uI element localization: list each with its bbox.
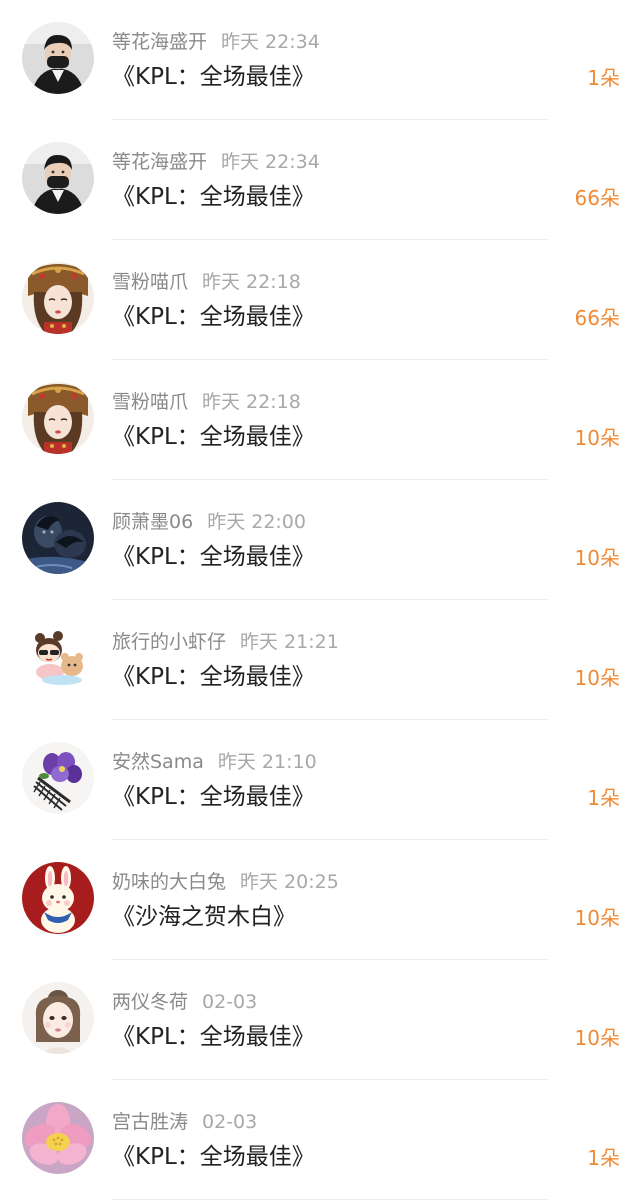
user-name[interactable]: 旅行的小虾仔 [112,631,226,653]
record-meta: 奶味的大白兔 昨天 20:25 [112,869,339,895]
gift-title: 《KPL：全场最佳》 [112,304,315,330]
record-meta: 雪粉喵爪 昨天 22:18 [112,389,301,415]
gift-count: 10朵 [574,426,620,450]
timestamp: 昨天 21:21 [240,631,339,653]
gift-count: 1朵 [587,1146,620,1170]
record-meta: 顾萧墨06 昨天 22:00 [112,509,306,535]
user-name[interactable]: 两仪冬荷 [112,991,188,1013]
record-meta: 雪粉喵爪 昨天 22:18 [112,269,301,295]
list-item[interactable]: 两仪冬荷 02-03 《KPL：全场最佳》 10朵 [0,960,640,1080]
list-item[interactable]: 雪粉喵爪 昨天 22:18 《KPL：全场最佳》 66朵 [0,240,640,360]
timestamp: 昨天 20:25 [240,871,339,893]
gift-title: 《KPL：全场最佳》 [112,664,315,690]
timestamp: 昨天 22:18 [202,391,301,413]
avatar[interactable] [22,1102,94,1174]
avatar[interactable] [22,22,94,94]
timestamp: 昨天 22:18 [202,271,301,293]
list-item[interactable]: 等花海盛开 昨天 22:34 《KPL：全场最佳》 66朵 [0,120,640,240]
timestamp: 昨天 22:34 [221,31,320,53]
gift-title: 《KPL：全场最佳》 [112,424,315,450]
record-meta: 等花海盛开 昨天 22:34 [112,29,320,55]
list-item[interactable]: 安然Sama 昨天 21:10 《KPL：全场最佳》 1朵 [0,720,640,840]
gift-count: 66朵 [574,186,620,210]
timestamp: 昨天 22:00 [207,511,306,533]
timestamp: 02-03 [202,1111,258,1133]
record-meta: 等花海盛开 昨天 22:34 [112,149,320,175]
gift-record-list: 等花海盛开 昨天 22:34 《KPL：全场最佳》 1朵 等花海盛开 昨天 22:3… [0,0,640,1203]
record-meta: 旅行的小虾仔 昨天 21:21 [112,629,339,655]
avatar[interactable] [22,862,94,934]
gift-count: 10朵 [574,906,620,930]
list-item[interactable]: 宫古胜涛 02-03 《KPL：全场最佳》 1朵 [0,1080,640,1200]
user-name[interactable]: 等花海盛开 [112,31,207,53]
user-name[interactable]: 奶味的大白兔 [112,871,226,893]
list-item[interactable]: 旅行的小虾仔 昨天 21:21 《KPL：全场最佳》 10朵 [0,600,640,720]
user-name[interactable]: 安然Sama [112,751,204,773]
gift-count: 10朵 [574,666,620,690]
gift-count: 1朵 [587,66,620,90]
avatar[interactable] [22,262,94,334]
record-meta: 两仪冬荷 02-03 [112,989,257,1015]
list-item[interactable]: 等花海盛开 昨天 22:34 《KPL：全场最佳》 1朵 [0,0,640,120]
gift-title: 《KPL：全场最佳》 [112,64,315,90]
timestamp: 昨天 22:34 [221,151,320,173]
avatar[interactable] [22,502,94,574]
timestamp: 昨天 21:10 [217,751,317,773]
gift-title: 《KPL：全场最佳》 [112,784,315,810]
gift-count: 10朵 [574,546,620,570]
user-name[interactable]: 雪粉喵爪 [112,391,188,413]
record-meta: 安然Sama 昨天 21:10 [112,749,317,775]
user-name[interactable]: 顾萧墨06 [112,511,193,533]
avatar[interactable] [22,382,94,454]
gift-count: 66朵 [574,306,620,330]
list-item[interactable]: 顾萧墨06 昨天 22:00 《KPL：全场最佳》 10朵 [0,480,640,600]
avatar[interactable] [22,742,94,814]
gift-title: 《KPL：全场最佳》 [112,544,315,570]
record-meta: 宫古胜涛 02-03 [112,1109,257,1135]
list-item[interactable]: 奶味的大白兔 昨天 20:25 《沙海之贺木白》 10朵 [0,840,640,960]
gift-title: 《KPL：全场最佳》 [112,184,315,210]
gift-title: 《沙海之贺木白》 [112,904,296,930]
list-item[interactable]: 雪粉喵爪 昨天 22:18 《KPL：全场最佳》 10朵 [0,360,640,480]
gift-count: 1朵 [587,786,620,810]
gift-count: 10朵 [574,1026,620,1050]
gift-title: 《KPL：全场最佳》 [112,1144,315,1170]
avatar[interactable] [22,142,94,214]
user-name[interactable]: 雪粉喵爪 [112,271,188,293]
avatar[interactable] [22,622,94,694]
timestamp: 02-03 [202,991,258,1013]
user-name[interactable]: 等花海盛开 [112,151,207,173]
avatar[interactable] [22,982,94,1054]
gift-title: 《KPL：全场最佳》 [112,1024,315,1050]
user-name[interactable]: 宫古胜涛 [112,1111,188,1133]
